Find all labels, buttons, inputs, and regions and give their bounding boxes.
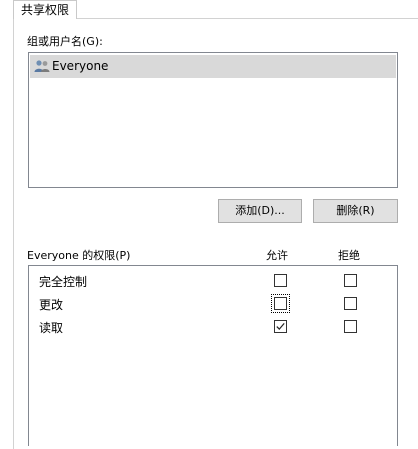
permission-change-label: 更改 xyxy=(39,298,64,312)
remove-button[interactable]: 删除(R) xyxy=(313,199,398,223)
group-list-item[interactable]: Everyone xyxy=(30,55,396,78)
permission-read-label: 读取 xyxy=(39,321,64,335)
permission-change-deny-checkbox[interactable] xyxy=(344,297,357,310)
deny-column-header: 拒绝 xyxy=(338,249,360,262)
allow-column-header: 允许 xyxy=(266,249,288,262)
permission-full-control-deny-checkbox[interactable] xyxy=(344,274,357,287)
permission-read-deny-checkbox[interactable] xyxy=(344,320,357,333)
permission-change-allow-checkbox[interactable] xyxy=(274,297,287,310)
group-list[interactable]: Everyone xyxy=(28,52,398,188)
add-button[interactable]: 添加(D)... xyxy=(218,199,302,223)
permission-full-control-allow-checkbox[interactable] xyxy=(274,274,287,287)
group-list-label: 组或用户名(G): xyxy=(27,35,103,48)
permissions-list: 完全控制 更改 读取 xyxy=(28,265,398,446)
permission-read-allow-checkbox[interactable] xyxy=(274,320,287,333)
users-icon xyxy=(34,59,50,73)
permission-full-control-label: 完全控制 xyxy=(39,275,88,289)
checkmark-icon xyxy=(276,323,285,330)
permissions-label: Everyone 的权限(P) xyxy=(27,249,131,262)
tab-share-permissions[interactable]: 共享权限 xyxy=(13,0,77,19)
group-item-name: Everyone xyxy=(52,59,109,73)
